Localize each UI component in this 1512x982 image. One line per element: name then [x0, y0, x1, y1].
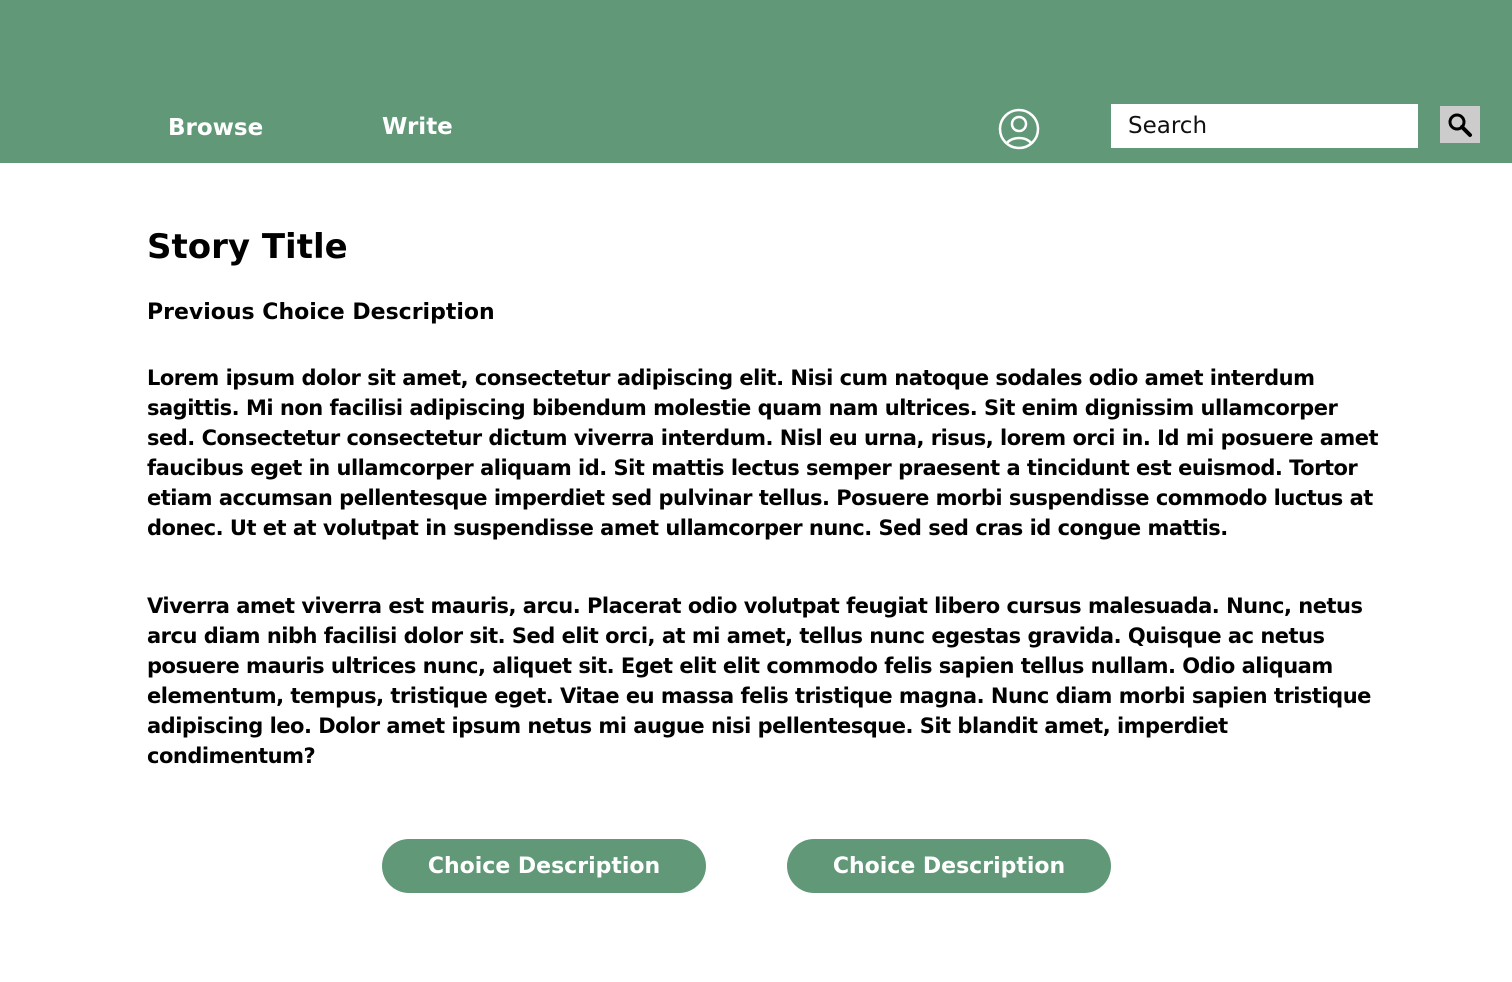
magnifier-icon	[1448, 113, 1472, 137]
story-paragraph: Viverra amet viverra est mauris, arcu. P…	[147, 594, 1371, 768]
story-paragraph: Lorem ipsum dolor sit amet, consectetur …	[147, 366, 1379, 540]
story-title: Story Title	[147, 227, 348, 267]
user-circle-icon[interactable]	[997, 107, 1041, 151]
choice-button-2[interactable]: Choice Description	[787, 839, 1111, 893]
previous-choice-description: Previous Choice Description	[147, 300, 495, 325]
search-button[interactable]	[1440, 106, 1480, 143]
choice-button-1[interactable]: Choice Description	[382, 839, 706, 893]
search-input[interactable]	[1111, 104, 1418, 148]
nav-browse-link[interactable]: Browse	[168, 113, 263, 143]
top-navigation-bar: Browse Write	[0, 0, 1512, 163]
nav-write-link[interactable]: Write	[382, 112, 453, 142]
